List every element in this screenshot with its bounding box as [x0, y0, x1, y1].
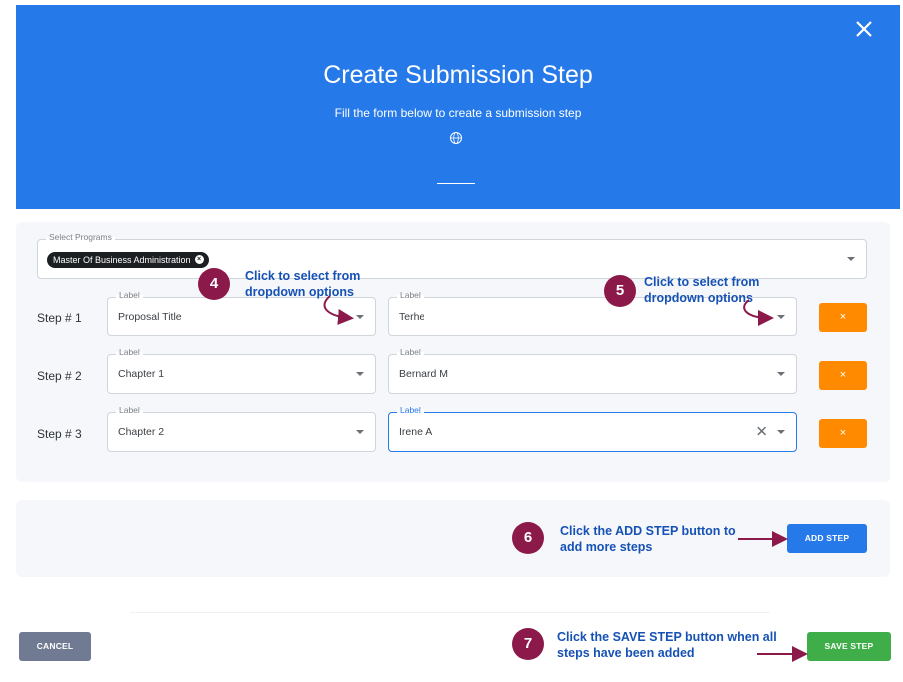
annotation-note-5: Click to select from dropdown options: [644, 274, 759, 306]
field-value: Bernard M: [399, 368, 449, 380]
step-3-assignee-select[interactable]: Label Irene A ✕: [388, 405, 797, 452]
field-value: Chapter 1: [118, 368, 165, 380]
chevron-down-icon[interactable]: [356, 372, 364, 376]
annotation-note-4: Click to select from dropdown options: [245, 268, 360, 300]
step-1-label-select[interactable]: Label Proposal Title: [107, 290, 376, 336]
annotation-line: dropdown options: [245, 285, 355, 299]
chevron-down-icon[interactable]: [356, 430, 364, 434]
chevron-down-icon[interactable]: [777, 314, 785, 319]
remove-step-button[interactable]: ×: [819, 303, 867, 332]
chip-remove-icon[interactable]: ×: [194, 255, 204, 265]
footer-divider: [130, 612, 770, 613]
step-3-label-select[interactable]: Label Chapter 2: [107, 405, 376, 452]
modal-subtitle: Fill the form below to create a submissi…: [334, 106, 582, 120]
program-chip-label: Master Of Business Administration: [53, 255, 191, 265]
annotation-note-6: Click the ADD STEP button to add more st…: [560, 523, 736, 555]
select-programs-field[interactable]: Select Programs Master Of Business Admin…: [37, 232, 867, 279]
program-chip[interactable]: Master Of Business Administration ×: [47, 252, 209, 268]
step-label-2: Step # 2: [37, 369, 82, 383]
annotation-line: Click to select from: [644, 275, 760, 289]
header-divider: [437, 183, 475, 184]
add-step-panel: [16, 500, 890, 577]
globe-icon: [450, 132, 462, 144]
remove-step-button[interactable]: ×: [819, 419, 867, 448]
chevron-down-icon[interactable]: [356, 314, 364, 319]
field-label: Label: [397, 290, 424, 300]
field-value: Terhe: [399, 310, 424, 323]
annotation-line: add more steps: [560, 540, 653, 554]
add-step-button[interactable]: ADD STEP: [787, 524, 867, 553]
step-label-3: Step # 3: [37, 427, 82, 441]
annotation-line: Click the ADD STEP button to: [560, 524, 736, 538]
select-programs-label: Select Programs: [46, 232, 115, 242]
field-value: Chapter 2: [118, 426, 165, 438]
annotation-line: steps have been added: [557, 646, 695, 660]
field-label: Label: [116, 405, 143, 415]
annotation-line: dropdown options: [644, 291, 754, 305]
annotation-badge-7: 7: [512, 628, 544, 660]
field-value: Irene A: [399, 426, 433, 438]
annotation-badge-4: 4: [198, 268, 230, 300]
step-label-1: Step # 1: [37, 311, 82, 325]
step-2-assignee-select[interactable]: Label Bernard M: [388, 347, 797, 394]
annotation-badge-5: 5: [604, 275, 636, 307]
annotation-line: Click to select from: [245, 269, 361, 283]
modal-title: Create Submission Step: [323, 61, 593, 89]
save-step-button[interactable]: SAVE STEP: [807, 632, 891, 661]
field-label: Label: [397, 405, 424, 415]
cancel-button[interactable]: CANCEL: [19, 632, 91, 661]
annotation-line: Click the SAVE STEP button when all: [557, 630, 777, 644]
field-value: Proposal Title: [118, 310, 182, 323]
clear-icon[interactable]: ✕: [755, 425, 768, 440]
field-label: Label: [116, 290, 143, 300]
annotation-note-7: Click the SAVE STEP button when all step…: [557, 629, 777, 661]
annotation-badge-6: 6: [512, 522, 544, 554]
chevron-down-icon[interactable]: [847, 257, 855, 261]
chevron-down-icon[interactable]: [777, 430, 785, 434]
remove-step-button[interactable]: ×: [819, 361, 867, 390]
step-2-label-select[interactable]: Label Chapter 1: [107, 347, 376, 394]
field-label: Label: [397, 347, 424, 357]
chevron-down-icon[interactable]: [777, 372, 785, 376]
close-icon[interactable]: [850, 15, 878, 43]
modal-header: Create Submission Step Fill the form bel…: [16, 5, 900, 209]
field-label: Label: [116, 347, 143, 357]
